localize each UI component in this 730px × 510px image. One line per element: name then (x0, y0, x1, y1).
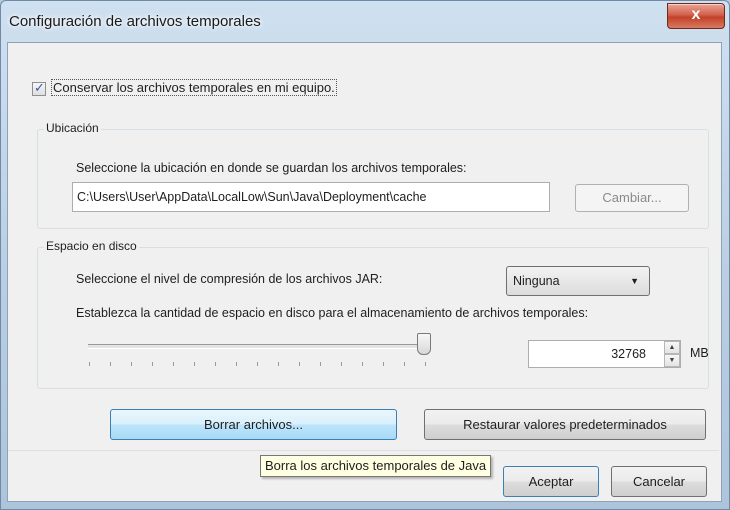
jar-compression-label: Seleccione el nivel de compresión de los… (76, 272, 383, 286)
change-location-button[interactable]: Cambiar... (575, 184, 689, 212)
disk-space-value: 32768 (611, 347, 646, 361)
slider-tick (173, 362, 174, 366)
window-title: Configuración de archivos temporales (9, 13, 261, 30)
spinner-up-button[interactable]: ▲ (664, 341, 680, 354)
title-bar[interactable]: Configuración de archivos temporales x (1, 1, 729, 43)
disk-space-group-title: Espacio en disco (44, 239, 139, 253)
spinner-down-button[interactable]: ▼ (664, 354, 680, 367)
slider-tick (341, 362, 342, 366)
cancel-button[interactable]: Cancelar (611, 466, 707, 497)
slider-tick (299, 362, 300, 366)
restore-defaults-button[interactable]: Restaurar valores predeterminados (424, 409, 706, 440)
slider-tick (320, 362, 321, 366)
slider-tick (278, 362, 279, 366)
disk-space-slider-track[interactable] (88, 344, 428, 349)
arrow-up-icon: ▲ (668, 344, 676, 351)
slider-tick (425, 362, 426, 366)
slider-tick (404, 362, 405, 366)
cache-path-field[interactable]: C:\Users\User\AppData\LocalLow\Sun\Java\… (72, 182, 550, 212)
keep-files-label[interactable]: Conservar los archivos temporales en mi … (51, 79, 337, 96)
close-button[interactable]: x (667, 3, 725, 29)
disk-space-slider-handle[interactable] (417, 333, 431, 355)
slider-tick (236, 362, 237, 366)
footer-divider (8, 450, 719, 451)
location-group-title: Ubicación (44, 121, 101, 135)
chevron-down-icon: ▼ (630, 276, 639, 286)
disk-space-label: Establezca la cantidad de espacio en dis… (76, 306, 589, 320)
jar-compression-select[interactable]: Ninguna ▼ (506, 266, 650, 296)
jar-compression-value: Ninguna (513, 274, 560, 288)
slider-tick (215, 362, 216, 366)
slider-tick (110, 362, 111, 366)
slider-tick (383, 362, 384, 366)
keep-files-checkbox[interactable]: ✓ (32, 80, 46, 96)
slider-tick (152, 362, 153, 366)
close-icon: x (691, 6, 701, 23)
disk-space-spinner[interactable]: 32768 ▲ ▼ (528, 340, 681, 368)
slider-tick (194, 362, 195, 366)
spinner-buttons: ▲ ▼ (664, 341, 680, 367)
slider-tick (362, 362, 363, 366)
location-instruction: Seleccione la ubicación en donde se guar… (76, 161, 467, 175)
delete-files-tooltip: Borra los archivos temporales de Java (260, 455, 492, 477)
delete-files-button[interactable]: Borrar archivos... (110, 409, 397, 440)
slider-tick (257, 362, 258, 366)
arrow-down-icon: ▼ (668, 357, 676, 364)
slider-tick (131, 362, 132, 366)
slider-tick (89, 362, 90, 366)
checkmark-icon: ✓ (34, 80, 45, 95)
disk-space-unit: MB (690, 346, 709, 360)
ok-button[interactable]: Aceptar (503, 466, 599, 497)
location-group: Ubicación (37, 121, 709, 229)
